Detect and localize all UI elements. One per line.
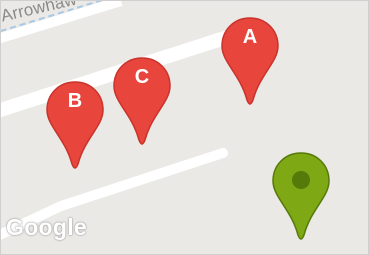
map-marker-green[interactable] [271, 151, 331, 241]
marker-c-label: C [134, 66, 150, 88]
google-logo[interactable]: Google [6, 214, 87, 241]
map-marker-b[interactable]: B [45, 80, 105, 170]
marker-b-label: B [67, 90, 83, 112]
marker-a-label: A [242, 26, 258, 48]
map-marker-a[interactable]: A [220, 16, 280, 106]
green-pin-icon [272, 152, 330, 240]
map-view[interactable]: Arrowhaw A C B Google [0, 0, 369, 255]
map-marker-c[interactable]: C [112, 56, 172, 146]
